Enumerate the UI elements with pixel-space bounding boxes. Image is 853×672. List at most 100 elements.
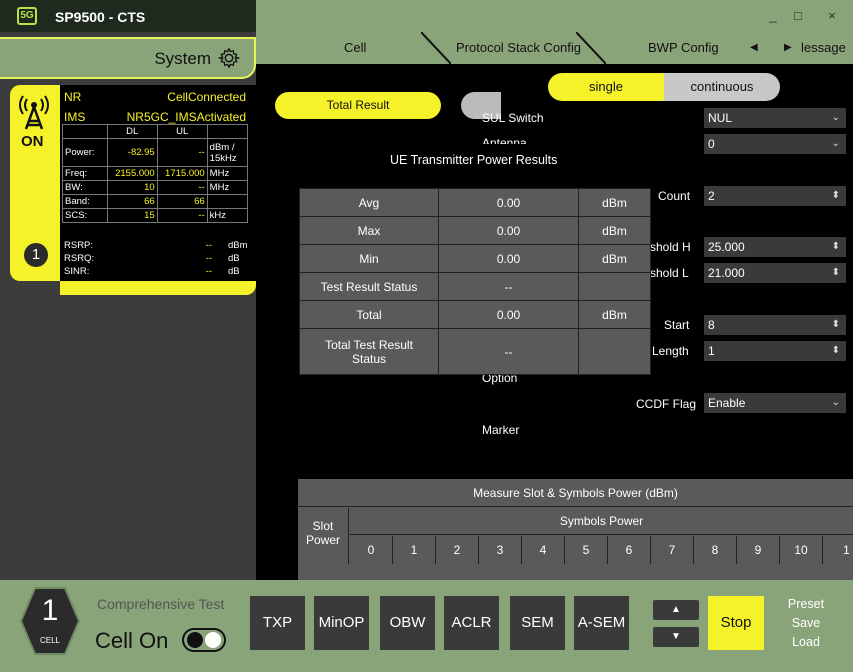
symbol-column: 8 xyxy=(694,536,737,564)
symbol-column: 4 xyxy=(522,536,565,564)
row-dl: 2155.000 xyxy=(106,166,158,181)
close-button[interactable]: × xyxy=(822,8,842,23)
row-unit: MHz xyxy=(206,180,249,195)
sem-button[interactable]: SEM xyxy=(510,596,565,650)
count-value: 2 xyxy=(708,189,715,203)
rsrp-label: RSRP: xyxy=(64,240,94,251)
result-unit: dBm xyxy=(578,244,651,273)
row-ul: -- xyxy=(156,138,208,167)
left-panel: System ON 1 NR CellConnected IMS NR5GC_I… xyxy=(0,32,256,580)
table-row: Max 0.00 dBm xyxy=(299,216,651,245)
status-table: DL UL Power: -82.95 -- dBm / 15kHz Freq:… xyxy=(62,124,249,223)
total-result-button[interactable]: Total Result xyxy=(275,92,441,119)
ims-value: NR5GC_IMSActivated xyxy=(126,110,246,124)
a-sem-button[interactable]: A-SEM xyxy=(574,596,629,650)
threshold-h-spinner[interactable]: 25.000 ⬍ xyxy=(704,237,846,257)
cell-selector-number[interactable]: 1 xyxy=(20,594,80,628)
stop-button[interactable]: Stop xyxy=(708,596,764,650)
row-dl: 66 xyxy=(106,194,158,209)
result-unit: dBm xyxy=(578,216,651,245)
symbol-column: 2 xyxy=(436,536,479,564)
result-label: Max xyxy=(299,216,439,245)
maximize-button[interactable]: □ xyxy=(788,8,808,23)
result-label: Total Test Result Status xyxy=(299,328,439,375)
ccdf-flag-select[interactable]: Enable ⌄ xyxy=(704,393,846,413)
sul-switch-value: NUL xyxy=(708,111,733,125)
header-cell: UL xyxy=(156,124,208,139)
rsrq-value: -- xyxy=(205,253,212,264)
rsrq-row: RSRQ: -- dB xyxy=(64,253,250,264)
length-spinner[interactable]: 1 ⬍ xyxy=(704,341,846,361)
symbols-power-header: Symbols Power xyxy=(350,508,853,535)
threshold-l-spinner[interactable]: 21.000 ⬍ xyxy=(704,263,846,283)
nr-row: NR CellConnected xyxy=(64,90,250,104)
tab-scroll-left-icon[interactable]: ◀ xyxy=(750,42,758,53)
table-row: Power: -82.95 -- dBm / 15kHz xyxy=(62,138,249,167)
antenna-select[interactable]: 0 ⌄ xyxy=(704,134,846,154)
table-row: Avg 0.00 dBm xyxy=(299,188,651,217)
preset-button[interactable]: Preset xyxy=(780,597,832,611)
sul-switch-select[interactable]: NUL ⌄ xyxy=(704,108,846,128)
cell-on-toggle[interactable] xyxy=(182,628,226,652)
toggle-knob-right xyxy=(205,632,221,648)
count-label: Count xyxy=(658,189,691,203)
load-button[interactable]: Load xyxy=(780,635,832,649)
row-label: BW: xyxy=(62,180,108,195)
ccdf-flag-value: Enable xyxy=(708,396,746,410)
tab-scroll-right-icon[interactable]: ▶ xyxy=(784,42,792,53)
row-unit xyxy=(206,194,249,209)
row-ul: 66 xyxy=(156,194,208,209)
start-spinner[interactable]: 8 ⬍ xyxy=(704,315,846,335)
save-button[interactable]: Save xyxy=(780,616,832,630)
ims-row: IMS NR5GC_IMSActivated xyxy=(64,110,250,124)
tab-cell[interactable]: Cell xyxy=(344,40,366,55)
length-label: Length xyxy=(652,344,689,358)
minimize-button[interactable]: _ xyxy=(763,8,783,23)
app-title: SP9500 - CTS xyxy=(55,9,146,25)
antenna-label: Antenna xyxy=(482,136,527,144)
spinner-icon: ⬍ xyxy=(831,319,840,330)
ccdf-flag-label: CCDF Flag xyxy=(636,397,697,411)
mode-continuous-button[interactable]: continuous xyxy=(664,73,780,101)
symbol-column: 3 xyxy=(479,536,522,564)
header-cell xyxy=(206,124,249,139)
system-button[interactable]: System xyxy=(0,37,256,79)
tab-protocol-stack-config[interactable]: Protocol Stack Config xyxy=(456,40,581,55)
result-unit: dBm xyxy=(578,300,651,329)
measure-slot-symbols-table: Measure Slot & Symbols Power (dBm) Slot … xyxy=(298,479,853,580)
row-label: Freq: xyxy=(62,166,108,181)
scroll-down-button[interactable]: ▼ xyxy=(653,627,699,647)
rsrp-row: RSRP: -- dBm xyxy=(64,240,250,251)
table-row: Band: 66 66 xyxy=(62,194,249,209)
result-unit: dBm xyxy=(578,188,651,217)
minop-button[interactable]: MinOP xyxy=(314,596,369,650)
threshold-l-label: shold L xyxy=(650,266,689,280)
row-dl: 15 xyxy=(106,208,158,223)
comprehensive-test-label: Comprehensive Test xyxy=(97,596,225,612)
aclr-button[interactable]: ACLR xyxy=(444,596,499,650)
main-panel: single continuous Total Result SUL Switc… xyxy=(256,64,853,580)
txp-button[interactable]: TXP xyxy=(250,596,305,650)
sinr-unit: dB xyxy=(228,266,240,277)
row-unit: kHz xyxy=(206,208,249,223)
row-unit: MHz xyxy=(206,166,249,181)
result-value: 0.00 xyxy=(438,244,579,273)
obw-button[interactable]: OBW xyxy=(380,596,435,650)
result-label: Test Result Status xyxy=(299,272,439,301)
chevron-down-icon: ⌄ xyxy=(831,112,840,123)
tab-bwp-config[interactable]: BWP Config xyxy=(648,40,719,55)
spinner-icon: ⬍ xyxy=(831,267,840,278)
nr-label: NR xyxy=(64,90,82,104)
row-ul: -- xyxy=(156,208,208,223)
scroll-up-button[interactable]: ▲ xyxy=(653,600,699,620)
symbol-column: 0 xyxy=(350,536,393,564)
result-value: 0.00 xyxy=(438,188,579,217)
table-row: Test Result Status -- xyxy=(299,272,651,301)
count-spinner[interactable]: 2 ⬍ xyxy=(704,186,846,206)
mode-single-button[interactable]: single xyxy=(548,73,664,101)
tab-message[interactable]: lessage xyxy=(801,40,846,55)
antenna-icon xyxy=(19,95,49,130)
symbol-column: 9 xyxy=(737,536,780,564)
symbol-column: 7 xyxy=(651,536,694,564)
cell-status-card[interactable]: ON 1 NR CellConnected IMS NR5GC_IMSActiv… xyxy=(10,85,256,281)
